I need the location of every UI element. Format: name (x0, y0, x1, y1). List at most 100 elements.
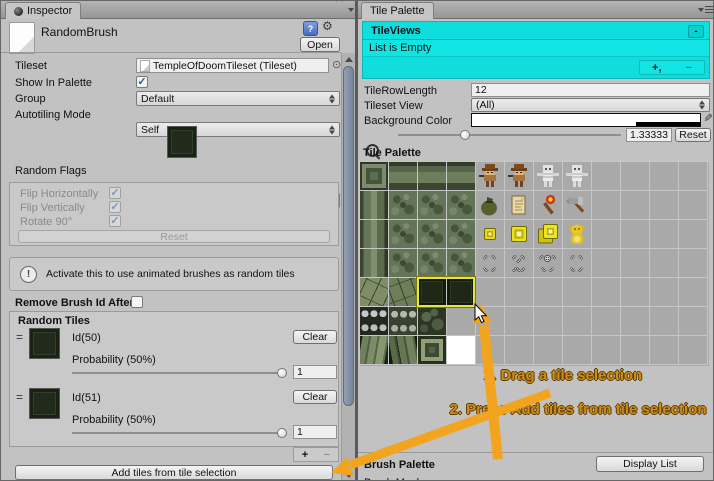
tile-cell-stairs[interactable] (360, 336, 389, 365)
tile-cell-empty[interactable] (592, 249, 621, 278)
slider-handle[interactable] (277, 428, 287, 438)
background-color-swatch[interactable] (471, 113, 701, 127)
probability-slider[interactable] (72, 368, 287, 378)
tile-cell-pat[interactable] (389, 220, 418, 249)
tile-cell-empty[interactable] (592, 191, 621, 220)
probability-value-field[interactable]: 1 (293, 365, 337, 379)
tile-cell-empty[interactable] (679, 162, 708, 191)
drag-handle[interactable]: = (16, 390, 23, 404)
tile-cell-frame2[interactable] (418, 336, 447, 365)
tile-cell-empty[interactable] (476, 336, 505, 365)
tile-cell-empty[interactable] (650, 220, 679, 249)
tile-cell-pat[interactable] (447, 249, 476, 278)
tile-grid[interactable]: ◜ ◝ ◟ ◞ ◜◞◝ ◞◟◞ ◜⊕◝ ◟ ◞ ◜ ◝ ◟ ◞ (359, 161, 709, 366)
slider-handle[interactable] (277, 368, 287, 378)
tile-cell-frame[interactable] (360, 162, 389, 191)
tile-cell-empty[interactable] (505, 278, 534, 307)
group-dropdown[interactable]: Default (136, 91, 340, 106)
tile-cell-empty[interactable] (592, 162, 621, 191)
tile-cell-lintel[interactable] (447, 162, 476, 191)
tile-cell-whip2[interactable]: ◜◞◝ ◞◟◞ (505, 249, 534, 278)
tile-cell-stairs2[interactable] (389, 336, 418, 365)
tile-cell-whip3[interactable]: ◜⊕◝ ◟ ◞ (534, 249, 563, 278)
show-in-palette-checkbox[interactable]: ✓ (136, 76, 148, 88)
probability-value-field[interactable]: 1 (293, 425, 337, 439)
tileviews-remove-button[interactable]: − (686, 62, 692, 74)
tile-cell-col[interactable] (360, 249, 389, 278)
remove-item-button[interactable]: − (324, 449, 330, 461)
tile-cell-empty[interactable] (505, 307, 534, 336)
tile-cell-empty[interactable] (621, 220, 650, 249)
tile-cell-empty[interactable] (476, 278, 505, 307)
tile-cell-white[interactable] (447, 336, 476, 365)
tile-cell-col[interactable] (360, 220, 389, 249)
tile-cell-mummy[interactable] (534, 162, 563, 191)
tile-cell-empty[interactable] (621, 336, 650, 365)
tile-cell-dark[interactable] (447, 278, 476, 307)
tile-cell-empty[interactable] (534, 336, 563, 365)
tile-cell-pat[interactable] (447, 191, 476, 220)
tile-cell-skull2[interactable] (389, 307, 418, 336)
tile-cell-scroll[interactable] (505, 191, 534, 220)
tile-cell-empty[interactable] (592, 278, 621, 307)
tile-cell-pat[interactable] (389, 249, 418, 278)
tile-cell-empty[interactable] (621, 278, 650, 307)
tile-cell-gold1[interactable] (476, 220, 505, 249)
tile-cell-empty[interactable] (679, 191, 708, 220)
tile-cell-pat[interactable] (447, 220, 476, 249)
tile-cell-mummy[interactable] (563, 162, 592, 191)
zoom-reset-button[interactable]: Reset (675, 128, 711, 142)
probability-slider[interactable] (72, 428, 287, 438)
eyedropper-icon[interactable]: ✎ (701, 113, 713, 122)
tile-cell-gold2[interactable] (505, 220, 534, 249)
tile-cell-cracked[interactable] (360, 278, 389, 307)
tab-tile-palette[interactable]: Tile Palette (361, 2, 434, 19)
tile-cell-empty[interactable] (563, 278, 592, 307)
tile-cell-monkey[interactable] (563, 220, 592, 249)
tile-cell-empty[interactable] (650, 307, 679, 336)
drag-handle[interactable]: = (16, 330, 23, 344)
tile-cell-cracked2[interactable] (389, 278, 418, 307)
tile-cell-col[interactable] (360, 191, 389, 220)
tile-cell-empty[interactable] (650, 191, 679, 220)
tile-cell-pat[interactable] (389, 191, 418, 220)
tile-cell-empty[interactable] (505, 336, 534, 365)
tile-cell-empty[interactable] (650, 249, 679, 278)
tile-cell-torch[interactable] (534, 191, 563, 220)
object-picker-icon[interactable]: ⊙ (332, 58, 341, 71)
scroll-up-icon[interactable] (344, 57, 353, 62)
tile-cell-dark[interactable] (418, 278, 447, 307)
tileset-object-field[interactable]: TempleOfDoomTileset (Tileset) (136, 58, 329, 73)
tileviews-add-button[interactable]: +, (652, 62, 661, 74)
tile-cell-skull[interactable] (360, 307, 389, 336)
gear-icon[interactable]: ⚙ (322, 19, 333, 33)
tile-cell-rocky[interactable] (418, 307, 447, 336)
tile-cell-lintel[interactable] (389, 162, 418, 191)
tile-cell-empty[interactable] (592, 307, 621, 336)
tile-cell-whip4[interactable]: ◜ ◝ ◟ ◞ (563, 249, 592, 278)
tile-cell-empty[interactable] (592, 336, 621, 365)
tile-cell-adv[interactable] (505, 162, 534, 191)
tile-cell-empty[interactable] (679, 220, 708, 249)
slider-handle[interactable] (460, 130, 470, 140)
tileviews-collapse-button[interactable]: - (688, 25, 704, 38)
tile-row-length-field[interactable]: 12 (471, 83, 710, 97)
tile-cell-empty[interactable] (476, 307, 505, 336)
tile-cell-lintel[interactable] (418, 162, 447, 191)
display-list-button[interactable]: Display List (596, 456, 704, 472)
tile-cell-pat[interactable] (418, 191, 447, 220)
tile-cell-pat[interactable] (418, 249, 447, 278)
tile-cell-whip1[interactable]: ◜ ◝ ◟ ◞ (476, 249, 505, 278)
tile-cell-bag[interactable] (476, 191, 505, 220)
tile-cell-empty[interactable] (621, 249, 650, 278)
tile-cell-empty[interactable] (534, 307, 563, 336)
tile-cell-empty[interactable] (650, 336, 679, 365)
tile-cell-empty[interactable] (679, 278, 708, 307)
remove-brush-id-checkbox[interactable] (131, 296, 143, 308)
clear-button[interactable]: Clear (293, 390, 337, 404)
tile-cell-empty[interactable] (534, 278, 563, 307)
tile-cell-empty[interactable] (650, 162, 679, 191)
add-tiles-from-selection-button[interactable]: Add tiles from tile selection (15, 465, 333, 480)
scrollbar-thumb[interactable] (343, 66, 354, 406)
tile-cell-empty[interactable] (679, 307, 708, 336)
